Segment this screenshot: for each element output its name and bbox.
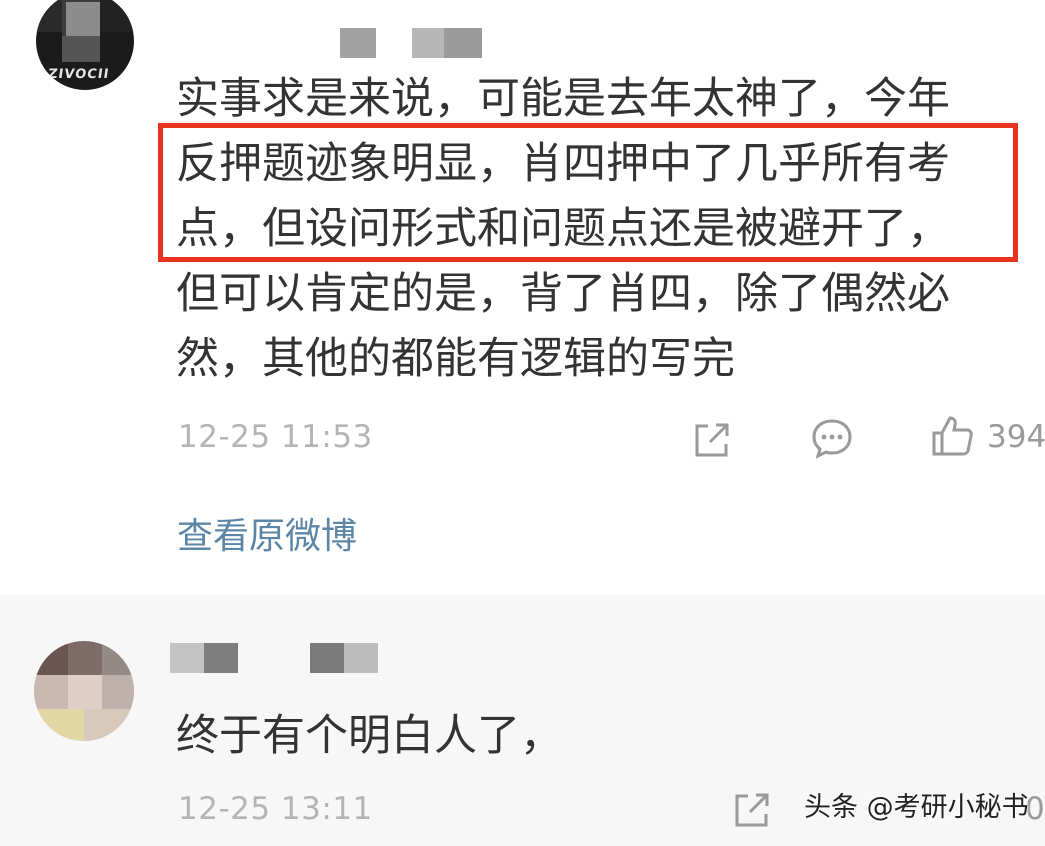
timestamp: 12-25 11:53: [178, 419, 373, 455]
comment-text: 实事求是来说，可能是去年太神了，今年 反押题迹象明显，肖四押中了几乎所有考 点，…: [176, 74, 950, 384]
source-watermark: 头条 @考研小秘书: [804, 792, 1029, 823]
share-icon[interactable]: [690, 418, 734, 462]
avatar-logo-text: ZIVOCII: [46, 67, 111, 82]
timestamp: 12-25 13:11: [178, 791, 373, 827]
share-icon[interactable]: [730, 788, 774, 832]
username-pixelated: [340, 28, 482, 58]
comment-icon[interactable]: [810, 416, 854, 460]
comment-text: 终于有个明白人了，: [176, 711, 563, 761]
like-count: 394: [987, 419, 1045, 455]
username-pixelated-left: [66, 2, 100, 36]
avatar[interactable]: [34, 641, 134, 741]
comment-2: 终于有个明白人了， 12-25 13:11 0 头条 @考研小秘书: [0, 595, 1045, 846]
username-pixelated: [170, 643, 378, 673]
view-original-weibo-link[interactable]: 查看原微博: [177, 507, 357, 559]
comment-1: ZIVOCII 实事求是来说，可能是去年太神了，今年 反押题迹象明显，肖四押中了…: [0, 0, 1045, 595]
thumbs-up-icon[interactable]: [930, 414, 974, 458]
